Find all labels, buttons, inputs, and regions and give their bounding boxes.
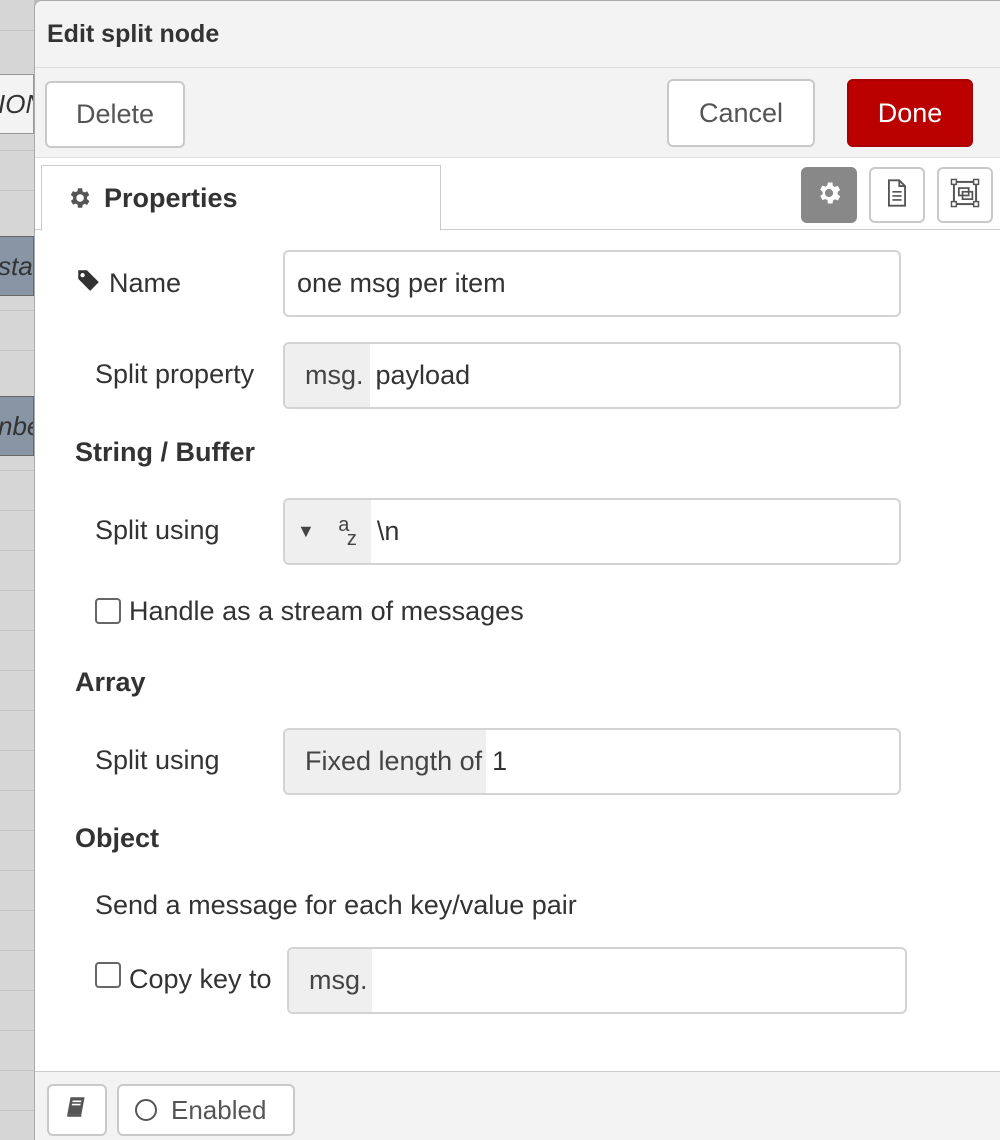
type-selector[interactable]: ▼ az bbox=[285, 500, 371, 563]
name-label: Name bbox=[75, 265, 181, 301]
tab-appearance-button[interactable] bbox=[937, 167, 993, 223]
circle-icon bbox=[135, 1099, 157, 1121]
enabled-label: Enabled bbox=[171, 1094, 267, 1125]
cancel-button[interactable]: Cancel bbox=[667, 79, 815, 147]
tab-properties-label: Properties bbox=[104, 182, 238, 213]
split-property-value: payload bbox=[375, 360, 471, 390]
stream-checkbox-label: Handle as a stream of messages bbox=[129, 595, 524, 626]
tab-description-button[interactable] bbox=[869, 167, 925, 223]
copy-key-row: Copy key to bbox=[95, 961, 272, 997]
name-label-text: Name bbox=[109, 267, 182, 298]
name-input-value: one msg per item bbox=[297, 268, 506, 298]
string-type-icon: az bbox=[338, 513, 357, 550]
background-node: nbe bbox=[0, 396, 34, 456]
tag-icon bbox=[75, 267, 101, 300]
enabled-toggle[interactable]: Enabled bbox=[117, 1084, 295, 1136]
tray-header: Edit split node bbox=[35, 1, 1000, 68]
copy-key-input[interactable]: msg. bbox=[287, 947, 907, 1014]
book-icon bbox=[64, 1094, 90, 1127]
object-heading: Object bbox=[75, 823, 160, 853]
node-help-button[interactable] bbox=[47, 1084, 107, 1136]
gear-icon bbox=[66, 185, 92, 211]
delete-button[interactable]: Delete bbox=[45, 81, 185, 148]
split-property-label: Split property bbox=[95, 358, 255, 389]
edit-tray: Edit split node Delete Cancel Done Prope… bbox=[34, 0, 1000, 1140]
string-buffer-heading: String / Buffer bbox=[75, 437, 255, 467]
tab-settings-button[interactable] bbox=[801, 167, 857, 223]
string-split-using-input[interactable]: ▼ az \n bbox=[283, 498, 901, 565]
array-split-using-input[interactable]: Fixed length of 1 bbox=[283, 728, 901, 795]
array-length-value: 1 bbox=[492, 746, 508, 776]
background-node: sta bbox=[0, 236, 34, 296]
done-button[interactable]: Done bbox=[847, 79, 973, 147]
fixed-length-prefix: Fixed length of bbox=[285, 730, 487, 793]
caret-down-icon: ▼ bbox=[297, 521, 315, 541]
document-icon bbox=[883, 178, 911, 213]
dialog-title: Edit split node bbox=[47, 19, 220, 48]
gear-icon bbox=[815, 179, 843, 212]
flow-workspace: ION sta nbe bbox=[0, 0, 34, 1140]
array-heading: Array bbox=[75, 667, 146, 697]
array-split-using-label: Split using bbox=[95, 744, 220, 775]
copy-key-checkbox[interactable] bbox=[95, 962, 121, 988]
tab-properties[interactable]: Properties bbox=[41, 165, 441, 231]
node-appearance-icon bbox=[949, 177, 981, 214]
stream-checkbox[interactable] bbox=[95, 598, 121, 624]
string-split-value: \n bbox=[376, 516, 400, 546]
tab-bar: Properties bbox=[35, 158, 1000, 231]
background-node: ION bbox=[0, 74, 34, 134]
tray-footer: Enabled bbox=[35, 1071, 1000, 1140]
tray-toolbar: Delete Cancel Done bbox=[35, 68, 1000, 158]
name-input[interactable]: one msg per item bbox=[283, 250, 901, 317]
object-description: Send a message for each key/value pair bbox=[95, 889, 577, 920]
stream-checkbox-row: Handle as a stream of messages bbox=[95, 593, 524, 629]
copy-key-msg-prefix: msg. bbox=[289, 949, 372, 1012]
split-property-input[interactable]: msg. payload bbox=[283, 342, 901, 409]
msg-prefix: msg. bbox=[285, 344, 370, 407]
copy-key-label: Copy key to bbox=[129, 963, 272, 994]
string-split-using-label: Split using bbox=[95, 514, 220, 545]
